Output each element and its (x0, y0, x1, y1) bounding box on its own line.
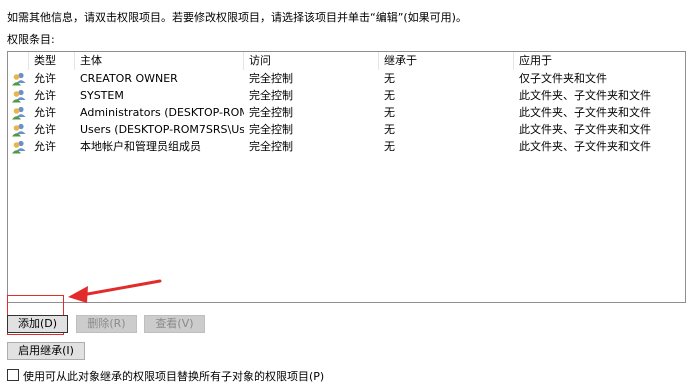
view-button[interactable]: 查看(V) (144, 315, 205, 333)
add-button[interactable]: 添加(D) (7, 315, 68, 333)
replace-child-permissions-label[interactable]: 使用可从此对象继承的权限项目替换所有子对象的权限项目(P) (23, 368, 324, 384)
replace-child-permissions-checkbox[interactable] (7, 369, 19, 381)
enable-inheritance-button[interactable]: 启用继承(I) (7, 342, 85, 360)
remove-button[interactable]: 删除(R) (76, 315, 137, 333)
